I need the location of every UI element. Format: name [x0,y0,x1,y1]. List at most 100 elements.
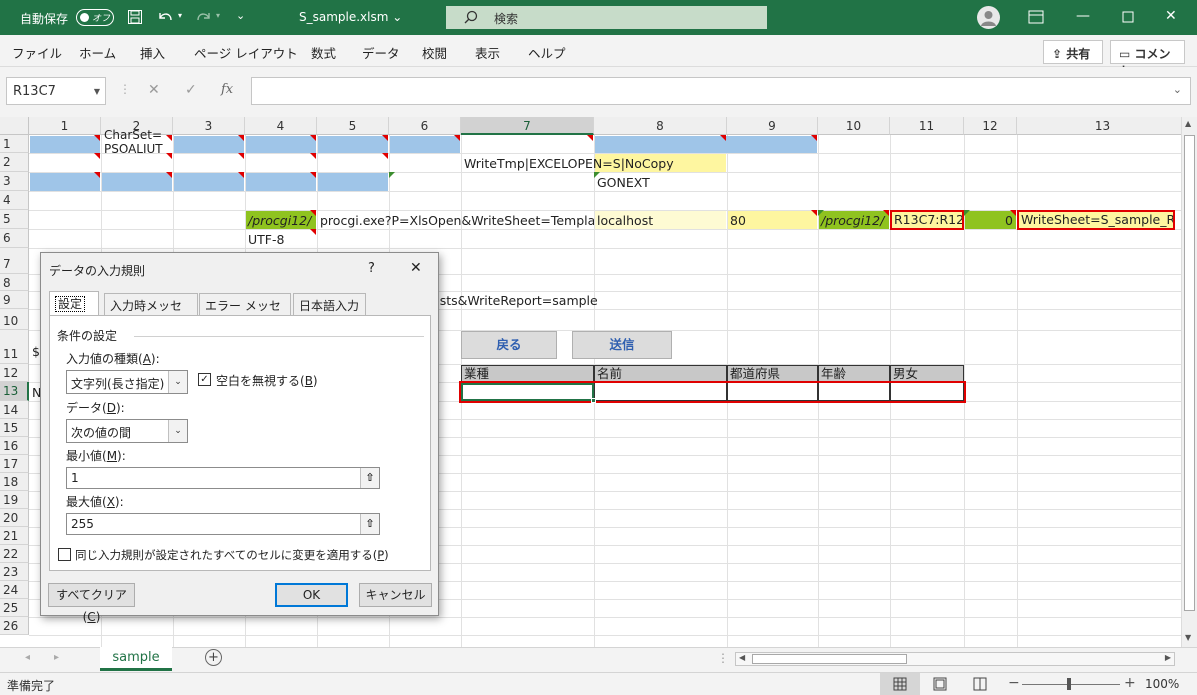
cell[interactable]: 0 [965,211,1016,229]
cancel-button[interactable]: キャンセル [359,583,432,607]
row-header[interactable]: 11 [0,330,29,364]
vertical-scrollbar[interactable]: ▲ ▼ [1181,117,1197,647]
min-value-input[interactable]: 1 ⇧ [66,467,380,489]
tab-help[interactable]: ヘルプ [528,43,566,62]
column-header[interactable]: 6 [389,117,461,135]
add-sheet-icon[interactable]: + [205,649,222,666]
undo-dropdown-icon[interactable]: ▾ [178,11,182,20]
sheet-tab-sample[interactable]: sample [100,647,172,671]
row-header-selected[interactable]: 13 [0,382,29,401]
normal-view-button[interactable] [880,673,920,695]
column-header[interactable]: 1 [29,117,101,135]
clear-all-button[interactable]: すべてクリア(C) [48,583,135,624]
column-header[interactable]: 13 [1017,117,1181,135]
ignore-blank-checkbox[interactable]: ✓ [198,373,211,386]
cell[interactable] [595,136,817,153]
row-header[interactable]: 15 [0,419,29,437]
row-header[interactable]: 3 [0,172,29,191]
tab-file[interactable]: ファイル [12,43,62,62]
cell[interactable] [246,136,316,153]
row-header[interactable]: 7 [0,248,29,274]
next-sheet-icon[interactable]: ▸ [54,652,59,663]
cell[interactable]: WriteTmp|EXCELOPEN=S|NoCopy [462,154,726,172]
vertical-scroll-thumb[interactable] [1184,135,1195,611]
row-header[interactable]: 20 [0,509,29,527]
cell[interactable]: /procgi12/ [246,211,316,229]
tab-ime[interactable]: 日本語入力 [293,293,366,316]
cell[interactable]: 80 [728,211,817,229]
row-header[interactable]: 21 [0,527,29,545]
cell[interactable]: CharSet= PSOALIUT [102,128,172,153]
cell[interactable] [318,136,388,153]
column-header[interactable]: 8 [594,117,727,135]
confirm-entry-icon[interactable]: ✓ [185,82,197,98]
apply-all-checkbox[interactable] [58,548,71,561]
row-header[interactable]: 5 [0,210,29,229]
comment-button[interactable]: ▭ コメント [1110,40,1185,78]
range-select-icon[interactable]: ⇧ [360,514,379,534]
cell[interactable] [174,173,244,191]
zoom-level[interactable]: 100% [1145,677,1179,691]
select-all-corner[interactable] [0,117,29,135]
validation-type-select[interactable]: 文字列(長さ指定) ⌄ [66,370,188,394]
tab-home[interactable]: ホーム [79,43,116,62]
column-header[interactable]: 4 [245,117,317,135]
cell[interactable]: localhost [595,211,726,229]
cell[interactable] [390,136,460,153]
send-button[interactable]: 送信 [572,331,672,359]
fill-handle-icon[interactable] [591,398,596,403]
horizontal-scroll-thumb[interactable] [752,654,907,664]
zoom-in-icon[interactable]: + [1124,675,1136,691]
column-header[interactable]: 10 [818,117,890,135]
cell[interactable] [30,173,100,191]
column-header[interactable]: 3 [173,117,245,135]
row-header[interactable]: 2 [0,153,29,172]
cell[interactable] [318,173,388,191]
scroll-up-icon[interactable]: ▲ [1185,119,1191,128]
range-select-icon[interactable]: ⇧ [360,468,379,488]
cell[interactable] [174,136,244,153]
tab-error-message[interactable]: エラー メッセージ [199,293,291,330]
cell[interactable]: GONEXT [595,173,726,191]
customize-toolbar-icon[interactable]: ⌄ [236,9,245,22]
max-value-input[interactable]: 255 ⇧ [66,513,380,535]
row-header[interactable]: 16 [0,437,29,455]
row-header[interactable]: 12 [0,364,29,382]
cell[interactable]: R13C7:R12 [890,210,964,230]
insert-function-icon[interactable]: fx [221,82,233,97]
cell[interactable]: procgi.exe?P=XlsOpen&WriteSheet=Templat [318,211,594,229]
column-header[interactable]: 11 [890,117,964,135]
cell[interactable] [246,173,316,191]
ribbon-display-icon[interactable] [1028,10,1044,24]
cell[interactable]: UTF-8 [246,230,316,248]
tab-settings[interactable]: 設定 [49,291,99,316]
redo-icon[interactable] [195,9,213,25]
save-icon[interactable] [127,9,143,25]
tab-page-layout[interactable]: ページ レイアウト [194,43,298,62]
row-header[interactable]: 10 [0,309,29,330]
scroll-right-icon[interactable]: ▶ [1165,653,1171,662]
table-header[interactable]: 名前 [594,365,727,382]
tab-formulas[interactable]: 数式 [311,43,336,62]
undo-icon[interactable] [156,9,174,25]
column-header[interactable]: 12 [964,117,1017,135]
row-header[interactable]: 1 [0,135,29,153]
active-cell[interactable] [461,383,594,401]
tab-input-message[interactable]: 入力時メッセージ [104,293,198,330]
dialog-close-button[interactable]: ✕ [410,260,422,276]
zoom-slider-thumb[interactable] [1067,678,1071,690]
user-avatar[interactable] [977,6,1000,29]
ok-button[interactable]: OK [275,583,348,607]
row-header[interactable]: 17 [0,455,29,473]
formula-bar-handle-icon[interactable]: ⋮ [119,82,131,96]
table-header[interactable]: 業種 [461,365,594,382]
row-header[interactable]: 9 [0,291,29,309]
maximize-icon[interactable] [1122,11,1134,23]
cell[interactable]: WriteSheet=S_sample_R [1017,210,1175,230]
row-header[interactable]: 24 [0,581,29,599]
name-box[interactable]: R13C7 ▼ [6,77,106,105]
search-box[interactable]: 検索 [446,6,767,29]
cell[interactable] [30,136,100,153]
row-header[interactable]: 6 [0,229,29,248]
back-button[interactable]: 戻る [461,331,557,359]
